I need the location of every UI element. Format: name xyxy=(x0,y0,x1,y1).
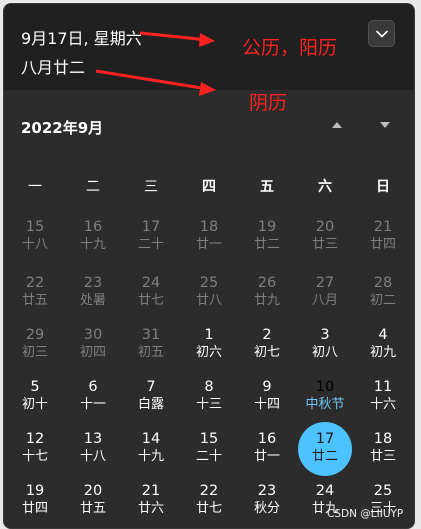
annotation-arrows xyxy=(95,31,216,96)
arrow-solar xyxy=(139,31,209,42)
arrow-lunar xyxy=(95,69,209,91)
arrow-lunar-head xyxy=(199,82,216,96)
arrow-solar-head xyxy=(199,33,215,47)
annotation-lunar: 阴历 xyxy=(249,92,288,114)
annotation-solar: 公历，阳历 xyxy=(242,37,338,59)
watermark: CSDN @LIIUYP xyxy=(327,508,404,520)
